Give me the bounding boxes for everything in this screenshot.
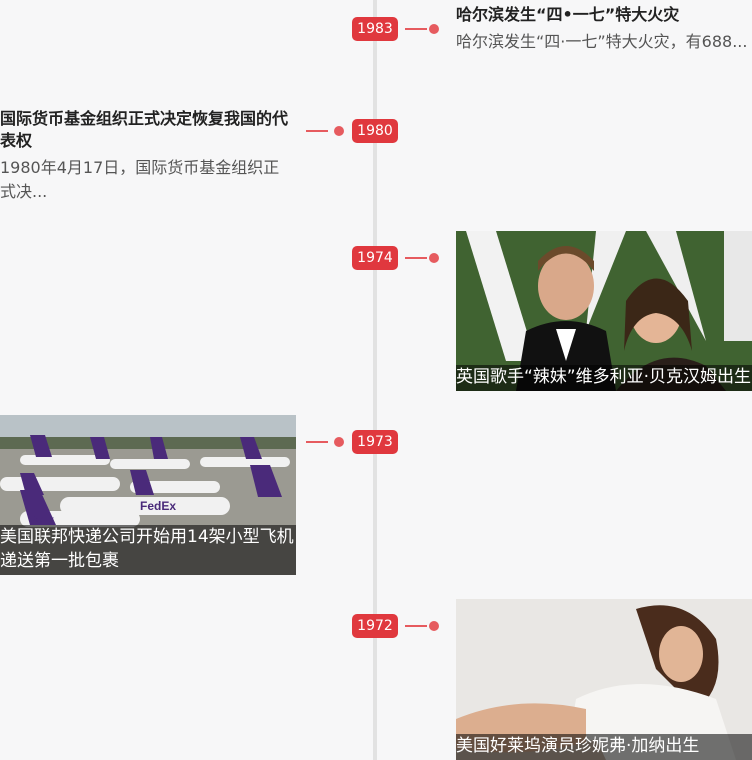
event-card-1973[interactable]: FedEx FedEx 美国联邦快递公司开始用14架小型飞机递送第一批包裹 [0,415,296,575]
event-card-1972[interactable]: 美国好莱坞演员珍妮弗·加纳出生 [456,599,752,760]
year-badge-1980: 1980 [352,119,398,143]
event-caption[interactable]: 英国歌手“辣妹”维多利亚·贝克汉姆出生 [456,365,752,391]
event-card-1980[interactable]: 国际货币基金组织正式决定恢复我国的代表权 1980年4月17日，国际货币基金组织… [0,108,290,204]
year-badge-1974: 1974 [352,246,398,270]
connector-1973 [306,437,344,447]
connector-1980 [306,126,344,136]
year-badge-1973: 1973 [352,430,398,454]
event-card-1974[interactable]: 英国歌手“辣妹”维多利亚·贝克汉姆出生 [456,231,752,391]
svg-text:FedEx: FedEx [140,499,176,513]
event-title[interactable]: 哈尔滨发生“四•一七”特大火灾 [456,4,752,26]
timeline-axis [373,0,377,760]
year-badge-1983: 1983 [352,17,398,41]
event-caption[interactable]: 美国联邦快递公司开始用14架小型飞机递送第一批包裹 [0,525,296,575]
event-summary: 1980年4月17日，国际货币基金组织正式决... [0,158,280,201]
event-summary: 哈尔滨发生“四·一七”特大火灾，有688... [456,32,748,51]
svg-text:FedEx: FedEx [30,515,55,524]
connector-1983 [405,24,443,34]
connector-1974 [405,253,443,263]
event-card-1983[interactable]: 哈尔滨发生“四•一七”特大火灾 哈尔滨发生“四·一七”特大火灾，有688... [456,4,752,54]
connector-1972 [405,621,443,631]
event-title[interactable]: 国际货币基金组织正式决定恢复我国的代表权 [0,108,290,152]
event-caption[interactable]: 美国好莱坞演员珍妮弗·加纳出生 [456,734,752,760]
year-badge-1972: 1972 [352,614,398,638]
